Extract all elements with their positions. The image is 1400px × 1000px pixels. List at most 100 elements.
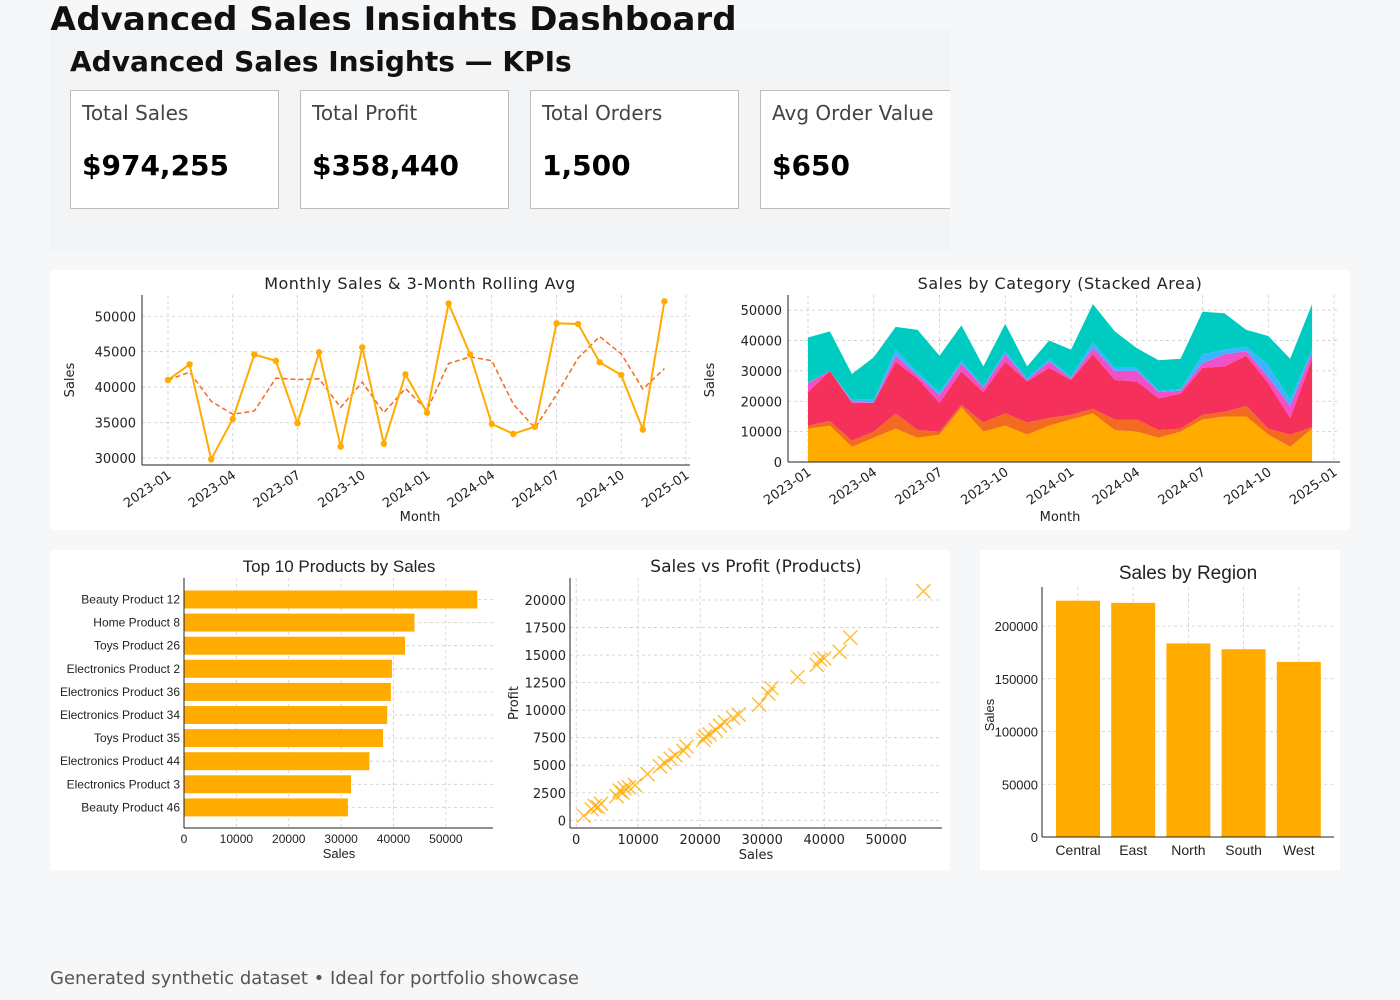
region-bar: [1166, 643, 1211, 837]
monthly-sales-point: [510, 430, 517, 438]
product-bar: [184, 798, 348, 817]
y-axis-label: Sales: [703, 362, 718, 397]
scatter-point: [576, 808, 592, 824]
x-axis-label: Month: [1040, 510, 1081, 525]
monthly-sales-point: [186, 361, 193, 368]
y-tick-label: Electronics Product 3: [67, 777, 181, 791]
top-products-panel: Top 10 Products by Sales 0 10000 20000 30000…: [50, 550, 500, 870]
x-tick-label: 2024-10: [574, 468, 627, 511]
monthly-sales-point: [661, 298, 668, 305]
region-bar: [1056, 600, 1100, 837]
monthly-sales-point: [466, 351, 474, 358]
x-tick-label: 2024-01: [380, 468, 433, 511]
chart-title: Sales vs Profit (Products): [650, 557, 861, 577]
x-tick-label: 2024-04: [445, 468, 498, 511]
monthly-sales-point: [294, 420, 301, 427]
region-bar: [1221, 649, 1266, 837]
product-bar: [184, 659, 392, 678]
x-tick-label: 2023-01: [121, 468, 174, 511]
chart-title: Sales by Region: [1119, 563, 1257, 584]
monthly-sales-point: [207, 456, 215, 463]
kpi-label: Total Sales: [82, 101, 189, 125]
x-tick-label: 40000: [377, 832, 411, 846]
kpi-label: Total Profit: [312, 101, 418, 125]
category-area-chart: Sales by Category (Stacked Area) 0 10000 20…: [703, 274, 1340, 525]
kpi-card-total-profit: Total Profit $358,440: [300, 90, 509, 209]
y-tick-label: Electronics Product 2: [67, 662, 181, 676]
product-bar: [184, 775, 352, 794]
y-tick-label: Beauty Product 46: [81, 800, 180, 814]
monthly-sales-point: [445, 300, 452, 307]
scatter-point: [915, 583, 931, 599]
x-tick-label: 40000: [804, 833, 845, 848]
kpi-value: 1,500: [542, 149, 631, 182]
scatter-point: [717, 714, 733, 730]
x-tick-label: 2024-07: [510, 468, 563, 511]
y-axis-label: Sales: [63, 362, 78, 397]
monthly-sales-point: [272, 357, 280, 365]
kpi-value: $358,440: [312, 149, 460, 182]
monthly-sales-point: [488, 420, 495, 428]
y-tick-label: 0: [774, 456, 782, 471]
x-tick-label: 2025-01: [639, 468, 692, 511]
footer-note: Generated synthetic dataset • Ideal for …: [50, 968, 579, 989]
x-tick-label: 30000: [324, 832, 358, 846]
monthly-sales-point: [574, 320, 582, 328]
y-tick-label: 50000: [741, 304, 782, 319]
scatter-point: [725, 710, 741, 726]
y-tick-label: 10000: [741, 426, 782, 441]
x-tick-label: 0: [572, 833, 580, 848]
region-chart: Sales by Region 0 50000 100000 150000 200000 C…: [982, 563, 1334, 858]
kpi-value: $974,255: [82, 149, 230, 182]
y-tick-label: 30000: [741, 365, 782, 380]
kpi-card-total-sales: Total Sales $974,255: [70, 90, 279, 209]
monthly-sales-chart: Monthly Sales & 3-Month Rolling Avg 30000…: [63, 274, 692, 525]
y-tick-label: 10000: [525, 704, 566, 719]
top-products-chart: Top 10 Products by Sales 0 10000 20000 30000…: [60, 557, 493, 861]
y-tick-label: Beauty Product 12: [81, 593, 180, 607]
x-tick-label: Central: [1055, 842, 1100, 858]
y-tick-label: Electronics Product 36: [60, 685, 180, 699]
product-bar: [184, 636, 406, 655]
y-tick-label: 150000: [995, 672, 1038, 687]
y-tick-label: 35000: [95, 417, 136, 432]
y-tick-label: Toys Product 35: [94, 731, 180, 745]
x-tick-label: 2023-10: [315, 468, 368, 511]
y-tick-label: 45000: [95, 346, 136, 361]
scatter-point: [842, 629, 858, 646]
y-tick-label: 50000: [95, 310, 136, 325]
x-tick-label: 10000: [220, 832, 254, 846]
category-area-panel: Sales by Category (Stacked Area) 0 10000 20…: [700, 270, 1350, 530]
y-tick-label: 0: [1031, 830, 1038, 845]
scatter-point: [608, 788, 625, 804]
product-bar: [184, 682, 391, 701]
y-tick-label: 2500: [533, 787, 566, 802]
y-axis-label: Profit: [507, 686, 522, 720]
y-tick-label: Home Product 8: [93, 616, 180, 630]
y-tick-label: 40000: [741, 335, 782, 350]
kpi-label: Total Orders: [542, 101, 663, 125]
scatter-point: [639, 766, 656, 782]
x-tick-label: 2024-01: [1024, 465, 1077, 508]
scatter-point: [790, 669, 806, 685]
monthly-sales-point: [618, 371, 625, 379]
y-tick-label: 30000: [95, 452, 136, 467]
monthly-sales-point: [423, 409, 431, 416]
monthly-sales-point: [531, 423, 539, 430]
rolling-avg-line: [167, 335, 665, 430]
monthly-sales-point: [251, 351, 258, 358]
x-tick-label: 2023-04: [186, 468, 239, 511]
y-tick-label: 50000: [1002, 777, 1038, 792]
x-tick-label: 0: [181, 832, 188, 846]
product-bar: [184, 729, 384, 748]
monthly-sales-panel: Monthly Sales & 3-Month Rolling Avg 30000…: [50, 270, 700, 530]
x-axis-label: Sales: [739, 848, 774, 863]
scatter-point: [809, 657, 825, 673]
x-tick-label: 2023-04: [827, 465, 880, 508]
y-tick-label: Electronics Product 34: [60, 708, 180, 722]
scatter-point: [832, 644, 848, 660]
scatter-point: [652, 758, 668, 774]
scatter-point: [675, 743, 691, 759]
region-bar: [1276, 661, 1321, 837]
scatter-point: [657, 755, 673, 771]
